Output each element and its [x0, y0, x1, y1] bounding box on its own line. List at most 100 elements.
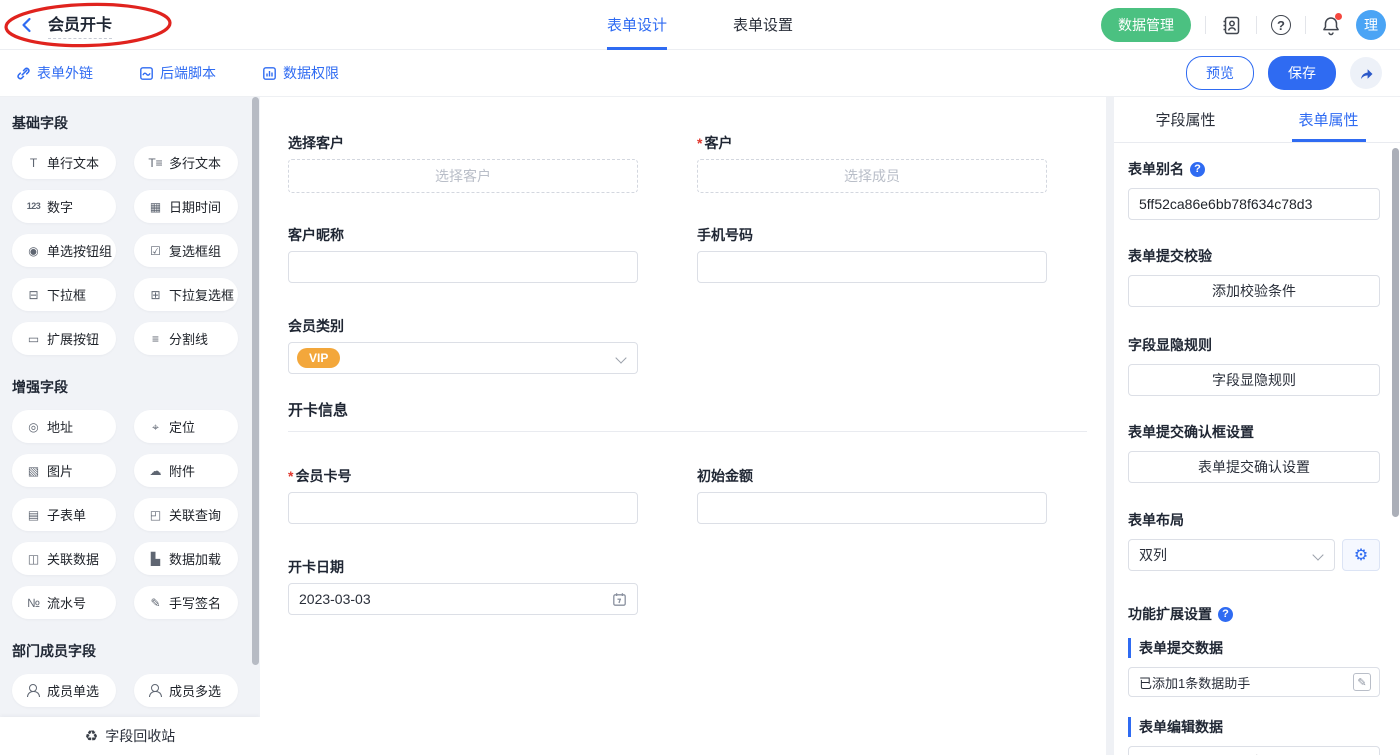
field-recycle-bin[interactable]: ♻ 字段回收站	[0, 717, 260, 755]
field-pill-linked-query[interactable]: ◰关联查询	[134, 498, 238, 531]
sidebar-scrollbar-thumb[interactable]	[252, 97, 259, 665]
field-select-customer[interactable]: 选择客户 选择客户	[288, 133, 638, 193]
member-type-select[interactable]: VIP	[288, 342, 638, 374]
number-icon: 123	[25, 202, 42, 211]
section-title-member-fields: 部门成员字段	[12, 641, 260, 661]
pill-label: 分割线	[169, 329, 208, 348]
pill-label: 下拉复选框	[169, 285, 234, 304]
field-pill-geolocation[interactable]: ⌖定位	[134, 410, 238, 443]
field-pill-datetime[interactable]: ▦ 日期时间	[134, 190, 238, 223]
save-button[interactable]: 保存	[1268, 56, 1336, 90]
pill-label: 日期时间	[169, 197, 221, 216]
card-number-input[interactable]	[288, 492, 638, 524]
data-assistant-box[interactable]: 已添加1条数据助手 ✎	[1128, 667, 1380, 697]
edit-icon[interactable]: ✎	[1353, 673, 1371, 691]
field-nickname[interactable]: 客户昵称	[288, 225, 638, 283]
section-title: 开卡信息	[288, 399, 1087, 420]
single-line-text-icon: T	[25, 157, 42, 169]
field-card-number[interactable]: *会员卡号	[288, 466, 638, 524]
page-title[interactable]: 会员开卡	[48, 11, 112, 39]
form-alias-label: 表单别名	[1128, 159, 1184, 179]
contacts-book-icon[interactable]	[1220, 14, 1242, 36]
field-pill-multi-dropdown[interactable]: ⊞下拉复选框	[134, 278, 238, 311]
script-icon	[139, 66, 154, 81]
field-pill-member-multi[interactable]: 成员多选	[134, 674, 238, 707]
top-header: 会员开卡 表单设计 表单设置 数据管理 ?	[0, 0, 1400, 50]
pill-label: 成员单选	[47, 681, 99, 700]
field-pill-linked-data[interactable]: ◫关联数据	[12, 542, 116, 575]
add-check-condition-button[interactable]: 添加校验条件	[1128, 275, 1380, 307]
form-external-link[interactable]: 表单外链	[16, 63, 93, 83]
open-date-input[interactable]: 2023-03-03	[288, 583, 638, 615]
pill-label: 成员多选	[169, 681, 221, 700]
customer-input[interactable]: 选择成员	[697, 159, 1047, 193]
data-manage-button[interactable]: 数据管理	[1101, 8, 1191, 42]
field-pill-single-line-text[interactable]: T单行文本	[12, 146, 116, 179]
field-pill-radio-group[interactable]: ◉单选按钮组	[12, 234, 116, 267]
chevron-down-icon	[615, 352, 626, 363]
field-pill-extend-button[interactable]: ▭扩展按钮	[12, 322, 116, 355]
submit-confirm-button[interactable]: 表单提交确认设置	[1128, 451, 1380, 483]
select-customer-input[interactable]: 选择客户	[288, 159, 638, 193]
pill-label: 数字	[47, 197, 73, 216]
edit-data-subhead: 表单编辑数据	[1128, 717, 1380, 737]
layout-select[interactable]: 双列	[1128, 539, 1335, 571]
help-icon[interactable]: ?	[1190, 162, 1205, 177]
field-pill-signature[interactable]: ✎手写签名	[134, 586, 238, 619]
backend-script-link[interactable]: 后端脚本	[139, 63, 216, 83]
required-mark: *	[288, 468, 293, 484]
help-icon[interactable]: ?	[1271, 15, 1291, 35]
cloud-upload-icon: ☁	[147, 465, 164, 477]
pill-label: 定位	[169, 417, 195, 436]
field-pill-address[interactable]: ◎地址	[12, 410, 116, 443]
add-operation-button[interactable]: 添加操作	[1128, 746, 1380, 755]
help-icon[interactable]: ?	[1218, 607, 1233, 622]
section-card-info[interactable]: 开卡信息	[288, 399, 1087, 432]
field-pill-member-single[interactable]: 成员单选	[12, 674, 116, 707]
field-pill-checkbox-group[interactable]: ☑复选框组	[134, 234, 238, 267]
avatar[interactable]: 理	[1356, 10, 1386, 40]
field-phone[interactable]: 手机号码	[697, 225, 1047, 283]
nickname-input[interactable]	[288, 251, 638, 283]
form-alias-input[interactable]	[1128, 188, 1380, 220]
tab-form-settings[interactable]: 表单设置	[733, 0, 793, 50]
layout-settings-button[interactable]: ⚙	[1342, 539, 1380, 571]
field-pill-serial-number[interactable]: №流水号	[12, 586, 116, 619]
pill-label: 下拉框	[47, 285, 86, 304]
tab-field-properties[interactable]: 字段属性	[1114, 97, 1257, 142]
tab-form-properties[interactable]: 表单属性	[1257, 97, 1400, 142]
field-initial-amount[interactable]: 初始金额	[697, 466, 1047, 524]
field-pill-number[interactable]: 123 数字	[12, 190, 116, 223]
calendar-icon: ▦	[147, 201, 164, 213]
initial-amount-input[interactable]	[697, 492, 1047, 524]
data-permission-link[interactable]: 数据权限	[262, 63, 339, 83]
field-pill-subform[interactable]: ▤子表单	[12, 498, 116, 531]
field-label: 选择客户	[288, 133, 638, 153]
field-pill-dropdown[interactable]: ⊟下拉框	[12, 278, 116, 311]
notification-dot	[1335, 13, 1342, 20]
radio-icon: ◉	[25, 245, 42, 257]
preview-button[interactable]: 预览	[1186, 56, 1254, 90]
field-library-sidebar: 基础字段 T单行文本 T≡多行文本 123 数字 ▦ 日期时间 ◉单选按钮组 ☑复选…	[0, 97, 260, 755]
field-pill-attachment[interactable]: ☁附件	[134, 454, 238, 487]
visibility-rule-button[interactable]: 字段显隐规则	[1128, 364, 1380, 396]
tab-form-design[interactable]: 表单设计	[607, 0, 667, 50]
field-customer[interactable]: *客户 选择成员	[697, 133, 1047, 193]
share-button[interactable]	[1350, 57, 1382, 89]
field-pill-image[interactable]: ▧图片	[12, 454, 116, 487]
pill-label: 扩展按钮	[47, 329, 99, 348]
date-value: 2023-03-03	[299, 591, 371, 607]
field-member-type[interactable]: 会员类别 VIP	[288, 316, 638, 374]
panel-scrollbar-thumb[interactable]	[1392, 148, 1399, 517]
field-open-date[interactable]: 开卡日期 2023-03-03	[288, 557, 638, 615]
phone-input[interactable]	[697, 251, 1047, 283]
extension-settings-label: 功能扩展设置	[1128, 604, 1212, 624]
section-title-basic-fields: 基础字段	[12, 113, 260, 133]
field-pill-divider[interactable]: ≡分割线	[134, 322, 238, 355]
back-icon[interactable]	[16, 14, 38, 36]
bell-icon[interactable]	[1320, 14, 1342, 36]
vip-tag: VIP	[297, 348, 340, 368]
layout-value: 双列	[1139, 545, 1167, 565]
field-pill-multi-line-text[interactable]: T≡多行文本	[134, 146, 238, 179]
field-pill-data-load[interactable]: ▙数据加载	[134, 542, 238, 575]
